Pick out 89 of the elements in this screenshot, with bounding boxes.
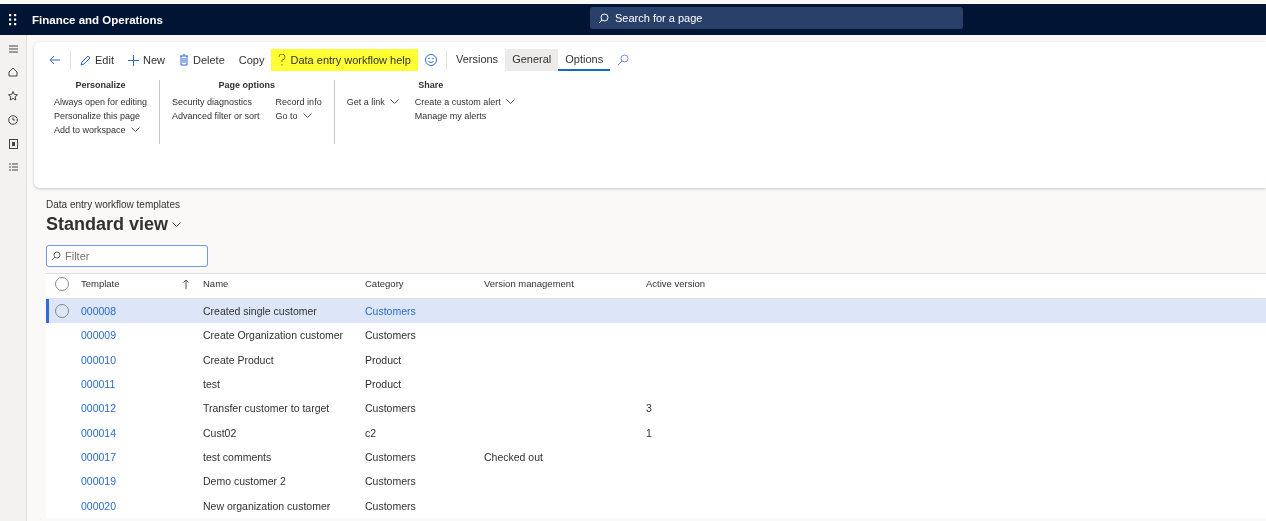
table-cell-text: Product [365, 353, 403, 366]
search-field[interactable]: Search for a page [590, 7, 963, 29]
column-header[interactable]: Active version [646, 278, 1266, 289]
star-icon[interactable] [8, 91, 18, 101]
search-icon [598, 12, 609, 24]
table-cell-text: Product [365, 378, 403, 391]
template-link[interactable]: 000010 [81, 353, 183, 366]
column-header[interactable]: Version management [484, 278, 646, 289]
table-row[interactable]: 000009 Create Organization customer Customers [46, 323, 1266, 348]
table-cell-text: Transfer customer to target [203, 402, 331, 415]
toolbar-button[interactable]: New [120, 49, 172, 71]
trash-icon [179, 54, 189, 66]
chevron-down-icon [302, 113, 312, 119]
app-launcher-icon[interactable] [9, 13, 17, 26]
table-cell-text: test comments [203, 450, 273, 463]
ribbon-item[interactable]: Go to [275, 111, 322, 121]
table-row[interactable]: 000011 test Product [46, 371, 1266, 397]
template-link[interactable]: 000020 [81, 499, 183, 512]
table-cell-text: c2 [365, 426, 378, 439]
column-header[interactable]: Template [81, 278, 183, 289]
chevron-down-icon [130, 127, 140, 133]
view-title[interactable]: Standard view [46, 214, 169, 235]
filter-field[interactable]: Filter [46, 245, 208, 267]
column-header[interactable]: Category [365, 278, 484, 289]
template-link[interactable]: 000019 [81, 475, 183, 488]
table-cell-text: Customers [365, 475, 417, 488]
table-cell-text: Customers [365, 329, 417, 342]
template-link[interactable]: 000017 [81, 450, 183, 463]
table-cell-text: Customers [365, 402, 417, 415]
tab[interactable]: Options [558, 49, 611, 71]
table-cell-text: test [203, 378, 221, 391]
smiley-icon[interactable] [424, 54, 437, 66]
ribbon-item[interactable]: Add to workspace [54, 125, 148, 135]
question-mark-icon [278, 54, 287, 66]
table-row[interactable]: 000008 Created single customer Customers [46, 299, 1266, 324]
sort-ascending-icon[interactable] [183, 278, 189, 289]
table-cell-text: Create Organization customer [203, 329, 345, 342]
table-row[interactable]: 000014 Cust02 c2 1 [46, 420, 1266, 445]
tab[interactable]: Versions [448, 49, 506, 71]
table-cell-text: Create Product [203, 353, 275, 366]
home-icon[interactable] [8, 67, 18, 77]
template-link[interactable]: 000014 [81, 426, 183, 439]
ribbon-item[interactable]: Create a custom alert [414, 97, 515, 107]
template-link[interactable]: 000011 [81, 378, 183, 391]
chevron-down-icon [389, 99, 399, 105]
table-cell-text: New organization customer [203, 499, 332, 512]
table-row[interactable]: 000010 Create Product Product [46, 347, 1266, 372]
ribbon-item[interactable]: Security diagnostics [172, 97, 260, 107]
table-cell-text: Customers [365, 499, 417, 512]
group-title: Page options [218, 80, 276, 90]
column-header[interactable]: Name [203, 278, 365, 289]
table-cell-text: Checked out [484, 450, 544, 463]
toolbar-button[interactable]: Delete [172, 49, 232, 71]
ribbon-item[interactable]: Advanced filter or sort [172, 111, 260, 121]
help-button[interactable]: Data entry workflow help [271, 49, 418, 71]
tab[interactable]: General [505, 49, 559, 71]
table-cell-text: Created single customer [203, 305, 318, 318]
template-link[interactable]: 000012 [81, 402, 183, 415]
clock-icon[interactable] [8, 115, 18, 125]
app-title: Finance and Operations [32, 13, 163, 26]
table-row[interactable]: 000017 test comments Customers Checked out [46, 444, 1266, 470]
ribbon-item[interactable]: Always open for editing [54, 97, 148, 107]
workspace-icon[interactable] [8, 139, 18, 149]
ribbon-item[interactable]: Record info [275, 97, 322, 107]
table-row[interactable]: 000020 New organization customer Customers [46, 493, 1266, 518]
plus-icon [127, 54, 139, 66]
group-title: Share [418, 80, 444, 90]
back-arrow-icon[interactable] [49, 55, 61, 65]
toolbar-button[interactable]: Edit [73, 49, 121, 71]
ribbon-item[interactable]: Get a link [346, 97, 399, 107]
chevron-down-icon [172, 221, 182, 228]
table-cell-text: 3 [646, 402, 653, 415]
search-icon[interactable] [617, 54, 630, 66]
chevron-down-icon [505, 99, 515, 105]
table-row[interactable]: 000019 Demo customer 2 Customers [46, 469, 1266, 494]
template-link[interactable]: 000008 [81, 305, 183, 318]
table-cell-text: Cust02 [203, 426, 238, 439]
pencil-icon [80, 54, 91, 66]
table-row[interactable]: 000012 Transfer customer to target Customers 3 [46, 396, 1266, 421]
template-link[interactable]: 000009 [81, 329, 183, 342]
table-cell-text: Customers [365, 450, 417, 463]
table-cell-text: 1 [646, 426, 653, 439]
toolbar-button[interactable]: Copy [231, 49, 272, 71]
table-cell-text: Demo customer 2 [203, 475, 287, 488]
table-cell-text: Customers [365, 305, 417, 318]
group-title: Personalize [75, 80, 126, 90]
ribbon-item[interactable]: Manage my alerts [414, 111, 515, 121]
ribbon-item[interactable]: Personalize this page [54, 111, 148, 121]
page-caption: Data entry workflow templates [46, 199, 181, 210]
